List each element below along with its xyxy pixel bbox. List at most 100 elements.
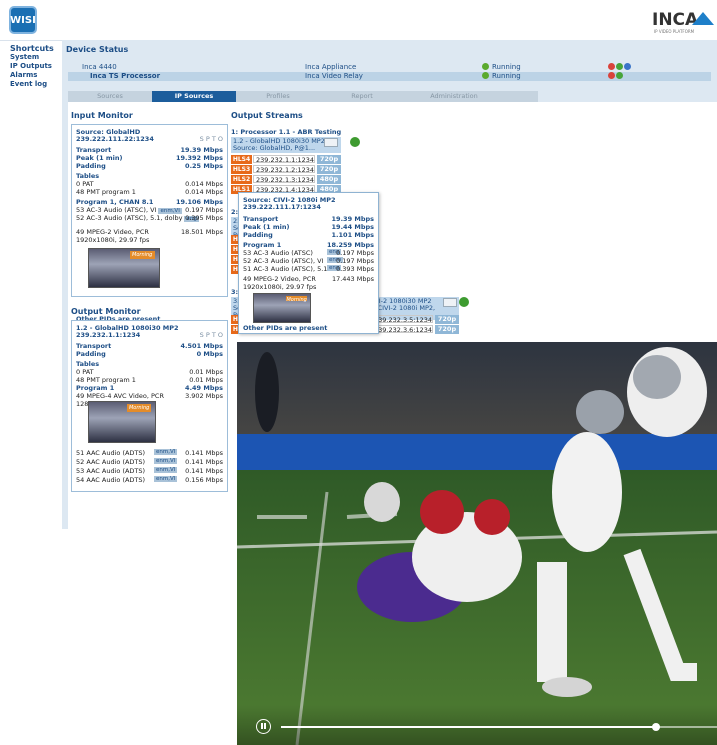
- thumbnail-label: Morning: [286, 295, 307, 303]
- tooltip-stat-label: Padding: [243, 231, 273, 239]
- language-tag[interactable]: enm,VI: [154, 449, 178, 455]
- tooltip-stat-value: 0.393 Mbps: [336, 265, 374, 273]
- stat-label: 48 PMT program 1: [76, 188, 136, 196]
- audio-label: 53 AAC Audio (ADTS): [76, 467, 146, 475]
- device-name[interactable]: Inca TS Processor: [90, 72, 160, 80]
- tooltip-stat-label: 1920x1080i, 29.97 fps: [243, 283, 317, 291]
- sidebar-item-event-log[interactable]: Event log: [10, 80, 62, 89]
- device-type: Inca Appliance: [305, 63, 357, 71]
- video-player[interactable]: [237, 342, 717, 745]
- hls-address[interactable]: 239.232.1.2:1234: [253, 165, 315, 174]
- processor-title: 1: Processor 1.1 - ABR Testing: [231, 128, 342, 136]
- input-monitor-panel: Source: GlobalHD 239.222.111.22:1234 S P …: [71, 124, 228, 323]
- stream-menu-button[interactable]: [443, 298, 457, 307]
- seek-handle[interactable]: [651, 723, 660, 731]
- stat-label: Tables: [76, 360, 100, 368]
- hls-address[interactable]: 239.232.3.5:1234: [371, 315, 433, 324]
- audio-label: 54 AAC Audio (ADTS): [76, 476, 146, 484]
- tooltip-stat-row: 53 AC-3 Audio (ATSC) eng 0.197 Mbps: [243, 249, 374, 257]
- stat-label: Transport: [76, 342, 112, 350]
- output-monitor-panel: 1.2 - GlobalHD 1080i30 MP2 239.232.1.1:1…: [71, 320, 228, 492]
- tooltip-source-address: 239.222.111.17:1234: [243, 203, 321, 211]
- source-address: 239.222.111.22:1234: [76, 135, 154, 143]
- sidebar-item-system[interactable]: System: [10, 53, 62, 62]
- hls-output-row[interactable]: HLS3 239.232.1.2:1234 720p: [231, 165, 343, 174]
- sidebar-item-ip-outputs[interactable]: IP Outputs: [10, 62, 62, 71]
- tooltip-stat-row: 51 AC-3 Audio (ATSC), 5.1 eng 0.393 Mbps: [243, 265, 374, 273]
- video-controls: [237, 705, 717, 745]
- hls-address[interactable]: 239.232.1.3:1234: [253, 175, 315, 184]
- tab-profiles[interactable]: Profiles: [236, 91, 320, 102]
- stat-value: 0.197 Mbps: [185, 206, 223, 214]
- device-name[interactable]: Inca 4440: [82, 63, 117, 71]
- output-source-address: 239.232.1.1:1234: [76, 331, 141, 339]
- tab-administration[interactable]: Administration: [404, 91, 504, 102]
- start-icon[interactable]: [616, 72, 623, 79]
- sidebar-item-alarms[interactable]: Alarms: [10, 71, 62, 80]
- device-type: Inca Video Relay: [305, 72, 363, 80]
- tooltip-stat-label: 51 AC-3 Audio (ATSC), 5.1: [243, 265, 328, 273]
- audio-rate: 0.141 Mbps: [185, 449, 223, 457]
- language-tag[interactable]: enm,VI: [154, 458, 178, 464]
- hls-output-row[interactable]: HLS4 239.232.1.1:1234 720p: [231, 155, 343, 164]
- device-row[interactable]: Inca TS Processor Inca Video Relay Runni…: [68, 72, 711, 81]
- thumbnail-label: Morning: [127, 404, 152, 413]
- stop-icon[interactable]: [608, 63, 615, 70]
- hls-resolution: 720p: [435, 325, 459, 334]
- tooltip-stat-label: 53 AC-3 Audio (ATSC): [243, 249, 313, 257]
- audio-rate: 0.141 Mbps: [185, 458, 223, 466]
- stat-row: Padding 0 Mbps: [76, 350, 223, 358]
- stat-value: 0 Mbps: [196, 350, 223, 358]
- output-monitor-title: Output Monitor: [71, 307, 141, 316]
- stat-label: 49 MPEG-2 Video, PCR: [76, 228, 149, 236]
- wisi-logo[interactable]: WISI: [9, 6, 37, 34]
- tooltip-stat-label: 49 MPEG-2 Video, PCR: [243, 275, 316, 283]
- hls-tag: HLS3: [231, 165, 252, 174]
- stat-value: 0.014 Mbps: [185, 180, 223, 188]
- hls-address[interactable]: 239.232.1.1:1234: [253, 155, 315, 164]
- stat-label: 52 AC-3 Audio (ATSC), 5.1, dolby: [76, 214, 183, 222]
- tooltip-stat-value: 18.259 Mbps: [327, 241, 374, 249]
- stat-label: Program 1, CHAN 8.1: [76, 198, 154, 206]
- stat-row: 48 PMT program 1 0.01 Mbps: [76, 376, 223, 384]
- language-tag[interactable]: enm,VI: [154, 467, 178, 473]
- sidebar-title: Shortcuts: [10, 44, 54, 53]
- audio-rate: 0.156 Mbps: [185, 476, 223, 484]
- tab-sources[interactable]: Sources: [68, 91, 152, 102]
- audio-label: 51 AAC Audio (ADTS): [76, 449, 146, 457]
- stat-row: 1920x1080i, 29.97 fps: [76, 236, 223, 244]
- seek-bar[interactable]: [281, 723, 717, 731]
- thumbnail-label: Morning: [129, 251, 155, 259]
- device-row[interactable]: Inca 4440 Inca Appliance Running: [68, 63, 711, 72]
- sidebar: Shortcuts System IP Outputs Alarms Event…: [10, 44, 62, 89]
- tab-report[interactable]: Report: [320, 91, 404, 102]
- stat-row: 52 AC-3 Audio (ATSC), 5.1, dolby eng 0.395…: [76, 214, 223, 222]
- audio-rate: 0.141 Mbps: [185, 467, 223, 475]
- stream-menu-button[interactable]: [324, 138, 338, 147]
- tooltip-stat-row: Padding 1.101 Mbps: [243, 231, 374, 239]
- start-icon[interactable]: [616, 63, 623, 70]
- stat-label: Padding: [76, 162, 106, 170]
- stat-label: 1920x1080i, 29.97 fps: [76, 236, 150, 244]
- stat-value: 0.25 Mbps: [185, 162, 223, 170]
- hls-tag: HLS4: [231, 155, 252, 164]
- tooltip-stat-value: 0.197 Mbps: [336, 249, 374, 257]
- tab-ip-sources[interactable]: IP Sources: [152, 91, 236, 102]
- monitor-badges[interactable]: S P T O: [200, 331, 223, 339]
- pause-button[interactable]: [256, 719, 271, 734]
- hls-output-row[interactable]: HLS2 239.232.1.3:1234 480p: [231, 175, 343, 184]
- audio-row: 53 AAC Audio (ADTS) enm,VI 0.141 Mbps: [76, 467, 223, 475]
- add-stream-icon[interactable]: [350, 137, 360, 147]
- language-tag[interactable]: enm,VI: [154, 476, 178, 482]
- output-video-thumbnail: Morning: [88, 401, 156, 443]
- monitor-badges[interactable]: S P T O: [200, 135, 223, 143]
- stat-row: Padding 0.25 Mbps: [76, 162, 223, 170]
- tooltip-stat-label: Program 1: [243, 241, 282, 249]
- stat-label: Peak (1 min): [76, 154, 123, 162]
- tooltip-stat-value: 19.39 Mbps: [331, 215, 374, 223]
- refresh-icon[interactable]: [624, 63, 631, 70]
- stop-icon[interactable]: [608, 72, 615, 79]
- stat-row: 0 PAT 0.014 Mbps: [76, 180, 223, 188]
- hls-address[interactable]: 239.232.3.6:1234: [371, 325, 433, 334]
- add-stream-icon[interactable]: [459, 297, 469, 307]
